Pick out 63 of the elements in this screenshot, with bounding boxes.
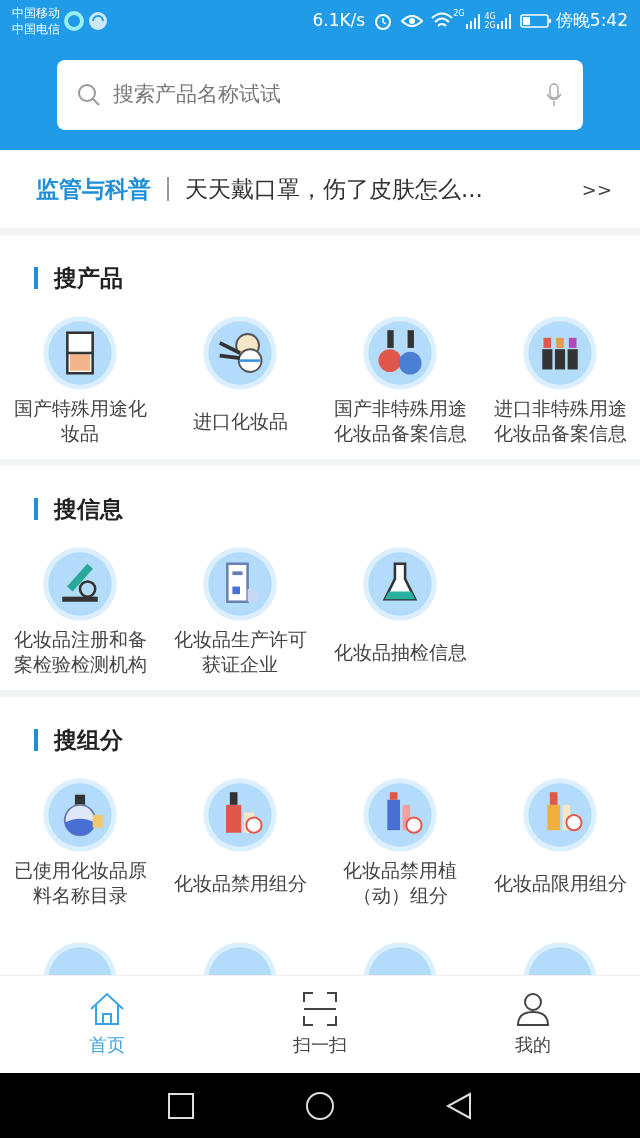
- cosmetics-icon: [522, 777, 598, 853]
- category-label: 化妆品禁用组分: [172, 870, 308, 896]
- clock-time: 傍晚5:42: [555, 9, 628, 33]
- carrier-name: 中国电信: [12, 21, 60, 37]
- more-link[interactable]: >>: [581, 175, 612, 203]
- home-button-icon[interactable]: [305, 1090, 335, 1121]
- category-label: 国产特殊用途化妆品: [12, 396, 148, 446]
- microphone-icon[interactable]: [545, 83, 563, 107]
- search-icon: [77, 83, 101, 107]
- carrier-name: 中国移动: [12, 5, 60, 21]
- category-item[interactable]: 化妆品限用组分: [480, 777, 640, 911]
- section-title: 搜信息: [54, 494, 123, 524]
- category-item[interactable]: 进口非特殊用途化妆品备案信息: [480, 315, 640, 449]
- category-label: 化妆品生产许可获证企业: [172, 627, 308, 677]
- category-item[interactable]: 国产特殊用途化妆品: [0, 315, 160, 449]
- category-label: 化妆品禁用植（动）组分: [342, 858, 458, 908]
- cosmetics-icon: [42, 777, 118, 853]
- notice-headline: 天天戴口罩，伤了皮肤怎么...: [185, 174, 484, 204]
- battery-icon: [519, 13, 552, 29]
- category-label: 化妆品限用组分: [492, 870, 628, 896]
- cosmetics-icon: [362, 315, 438, 391]
- category-label: 进口化妆品: [191, 408, 289, 434]
- search-field[interactable]: 搜索产品名称试试: [57, 60, 583, 130]
- category-item[interactable]: 化妆品禁用组分: [160, 777, 320, 911]
- search-input[interactable]: 搜索产品名称试试: [113, 79, 533, 111]
- network-type: 2G: [484, 21, 496, 30]
- cosmetics-icon: [202, 315, 278, 391]
- cosmetics-icon: [522, 315, 598, 391]
- cosmetics-icon: [42, 546, 118, 622]
- network-speed: 6.1K/s: [312, 9, 366, 33]
- category-label: 已使用化妆品原料名称目录: [12, 858, 148, 908]
- signal-icon: [464, 13, 481, 29]
- alarm-icon: [373, 11, 394, 31]
- user-icon: [515, 991, 552, 1027]
- cosmetics-icon: [362, 777, 438, 853]
- cosmetics-icon: [42, 315, 118, 391]
- category-item[interactable]: 国产非特殊用途化妆品备案信息: [320, 315, 480, 449]
- recent-apps-icon[interactable]: [167, 1091, 195, 1120]
- scan-icon: [302, 991, 338, 1027]
- category-label: 国产非特殊用途化妆品备案信息: [332, 396, 468, 446]
- category-label: 进口非特殊用途化妆品备案信息: [492, 396, 628, 446]
- section-title: 搜组分: [54, 725, 123, 755]
- eye-icon: [401, 13, 424, 29]
- signal-icon: [495, 13, 512, 29]
- category-item[interactable]: 化妆品注册和备案检验检测机构: [0, 546, 160, 680]
- tab-button[interactable]: 扫一扫: [213, 991, 427, 1058]
- back-icon[interactable]: [445, 1091, 473, 1120]
- category-item[interactable]: 化妆品抽检信息: [320, 546, 480, 680]
- category-item[interactable]: 进口化妆品: [160, 315, 320, 449]
- notice-bar[interactable]: 监管与科普 天天戴口罩，伤了皮肤怎么... >>: [0, 150, 640, 228]
- category-label: 化妆品抽检信息: [332, 639, 468, 665]
- category-item[interactable]: 化妆品生产许可获证企业: [160, 546, 320, 680]
- cosmetics-icon: [362, 546, 438, 622]
- network-type: 4G: [484, 12, 496, 21]
- tab-button[interactable]: 我的: [426, 991, 640, 1058]
- notice-label: 监管与科普: [36, 174, 151, 204]
- cosmetics-icon: [202, 777, 278, 853]
- category-item[interactable]: 已使用化妆品原料名称目录: [0, 777, 160, 911]
- section-title: 搜产品: [54, 263, 123, 293]
- cosmetics-icon: [202, 546, 278, 622]
- category-label: 化妆品注册和备案检验检测机构: [12, 627, 148, 677]
- category-item[interactable]: 化妆品禁用植（动）组分: [320, 777, 480, 911]
- network-type: 2G: [453, 8, 465, 20]
